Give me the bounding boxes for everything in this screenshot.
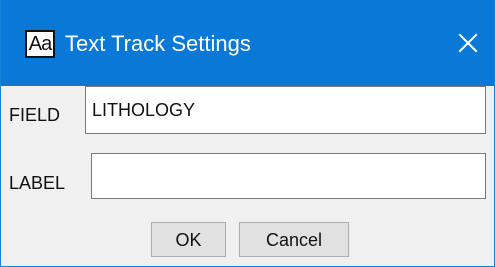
ok-button[interactable]: OK <box>151 222 226 257</box>
close-button[interactable] <box>448 25 488 61</box>
window-title: Text Track Settings <box>65 31 251 56</box>
field-label: FIELD <box>9 105 61 125</box>
close-icon <box>458 33 478 53</box>
text-font-icon: Aa <box>25 30 55 58</box>
field-input[interactable] <box>85 86 486 134</box>
title-bar: Aa Text Track Settings <box>1 0 494 86</box>
text-track-settings-dialog: Aa Text Track Settings FIELD LABEL OK Ca… <box>0 0 495 267</box>
label-label: LABEL <box>9 173 66 193</box>
label-input[interactable] <box>91 153 486 199</box>
dialog-content: FIELD LABEL OK Cancel <box>1 86 494 266</box>
cancel-button[interactable]: Cancel <box>239 222 349 257</box>
